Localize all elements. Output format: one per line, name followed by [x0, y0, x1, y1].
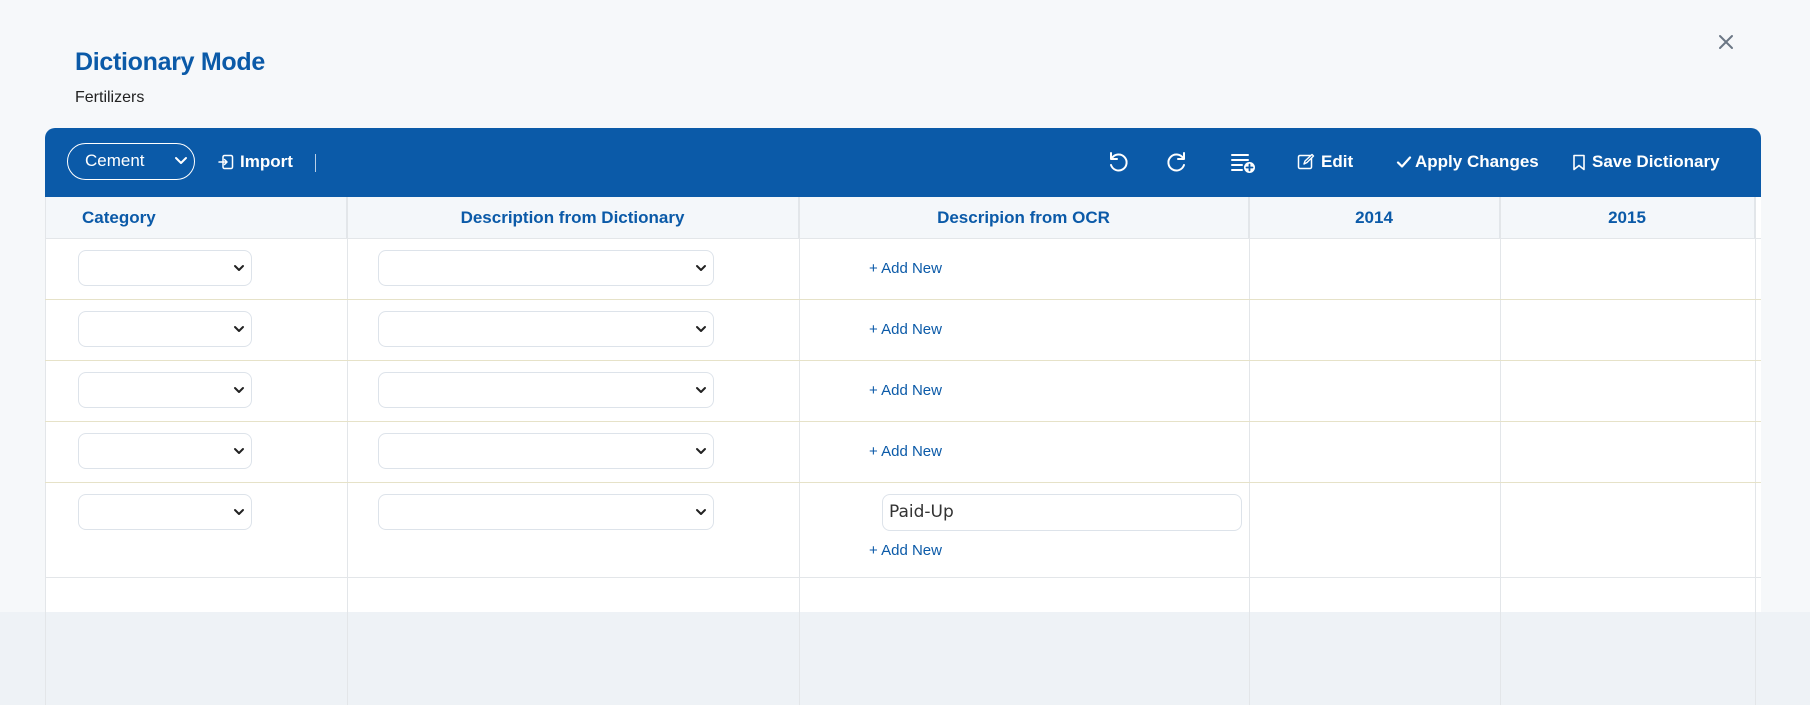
bookmark-icon: [1572, 154, 1586, 171]
dictionary-select[interactable]: Cement: [67, 143, 195, 180]
column-divider: [1500, 197, 1501, 705]
column-divider: [1249, 197, 1250, 705]
dictionary-description-select[interactable]: [378, 250, 714, 286]
add-new-link[interactable]: + Add New: [869, 321, 942, 338]
dictionary-description-select[interactable]: [378, 372, 714, 408]
page-subtitle: Fertilizers: [75, 89, 145, 106]
import-icon: [218, 154, 234, 170]
column-header-ocr-description: Descripion from OCR: [799, 197, 1249, 238]
chevron-down-icon: [231, 260, 247, 281]
column-divider: [799, 197, 800, 705]
dictionary-card: Cement Import Edit Apply Changes Save Di…: [45, 128, 1761, 705]
category-select[interactable]: [78, 372, 252, 408]
category-select[interactable]: [78, 250, 252, 286]
category-select[interactable]: [78, 311, 252, 347]
import-button[interactable]: Import: [218, 148, 293, 176]
chevron-down-icon: [231, 504, 247, 525]
import-label: Import: [240, 152, 293, 171]
category-select[interactable]: [78, 433, 252, 469]
chevron-down-icon: [231, 443, 247, 464]
checkmark-icon: [1396, 154, 1412, 170]
row-divider: [45, 299, 1761, 300]
row-divider: [45, 360, 1761, 361]
column-header-2015: 2015: [1500, 197, 1755, 238]
dictionary-modal: Dictionary Mode Fertilizers Cement Impor…: [0, 0, 1810, 705]
add-new-link[interactable]: + Add New: [869, 260, 942, 277]
chevron-down-icon: [174, 144, 188, 190]
edit-icon: [1297, 153, 1315, 171]
chevron-down-icon: [693, 321, 709, 342]
page-title: Dictionary Mode: [75, 48, 265, 76]
add-new-link[interactable]: + Add New: [869, 542, 942, 559]
add-new-link[interactable]: + Add New: [869, 382, 942, 399]
dictionary-description-select[interactable]: [378, 311, 714, 347]
close-icon[interactable]: [1714, 30, 1738, 54]
chevron-down-icon: [693, 504, 709, 525]
table-border-left: [45, 197, 46, 705]
chevron-down-icon: [693, 260, 709, 281]
dictionary-description-select[interactable]: [378, 494, 714, 530]
toolbar: Cement Import Edit Apply Changes Save Di…: [45, 128, 1761, 197]
chevron-down-icon: [231, 382, 247, 403]
ocr-description-input[interactable]: Paid-Up: [882, 494, 1242, 531]
column-header-dictionary-description: Description from Dictionary: [347, 197, 799, 238]
save-dictionary-label: Save Dictionary: [1592, 152, 1720, 171]
apply-changes-label: Apply Changes: [1415, 152, 1539, 171]
dictionary-description-select[interactable]: [378, 433, 714, 469]
redo-icon[interactable]: [1164, 149, 1190, 175]
add-list-icon[interactable]: [1230, 149, 1256, 175]
save-dictionary-button[interactable]: Save Dictionary: [1572, 148, 1720, 176]
dictionary-select-value: Cement: [85, 151, 145, 170]
chevron-down-icon: [231, 321, 247, 342]
edit-label: Edit: [1321, 152, 1354, 171]
add-new-link[interactable]: + Add New: [869, 443, 942, 460]
chevron-down-icon: [693, 382, 709, 403]
category-select[interactable]: [78, 494, 252, 530]
chevron-down-icon: [693, 443, 709, 464]
edit-button[interactable]: Edit: [1297, 148, 1353, 176]
toolbar-divider: [315, 154, 316, 172]
row-divider: [45, 577, 1761, 578]
undo-icon[interactable]: [1105, 149, 1131, 175]
row-divider: [45, 421, 1761, 422]
apply-changes-button[interactable]: Apply Changes: [1396, 148, 1539, 176]
column-header-category: Category: [45, 197, 347, 238]
row-divider: [45, 482, 1761, 483]
column-divider: [347, 197, 348, 705]
column-header-2014: 2014: [1249, 197, 1500, 238]
header-divider: [45, 238, 1761, 239]
table-border-right: [1755, 197, 1756, 705]
